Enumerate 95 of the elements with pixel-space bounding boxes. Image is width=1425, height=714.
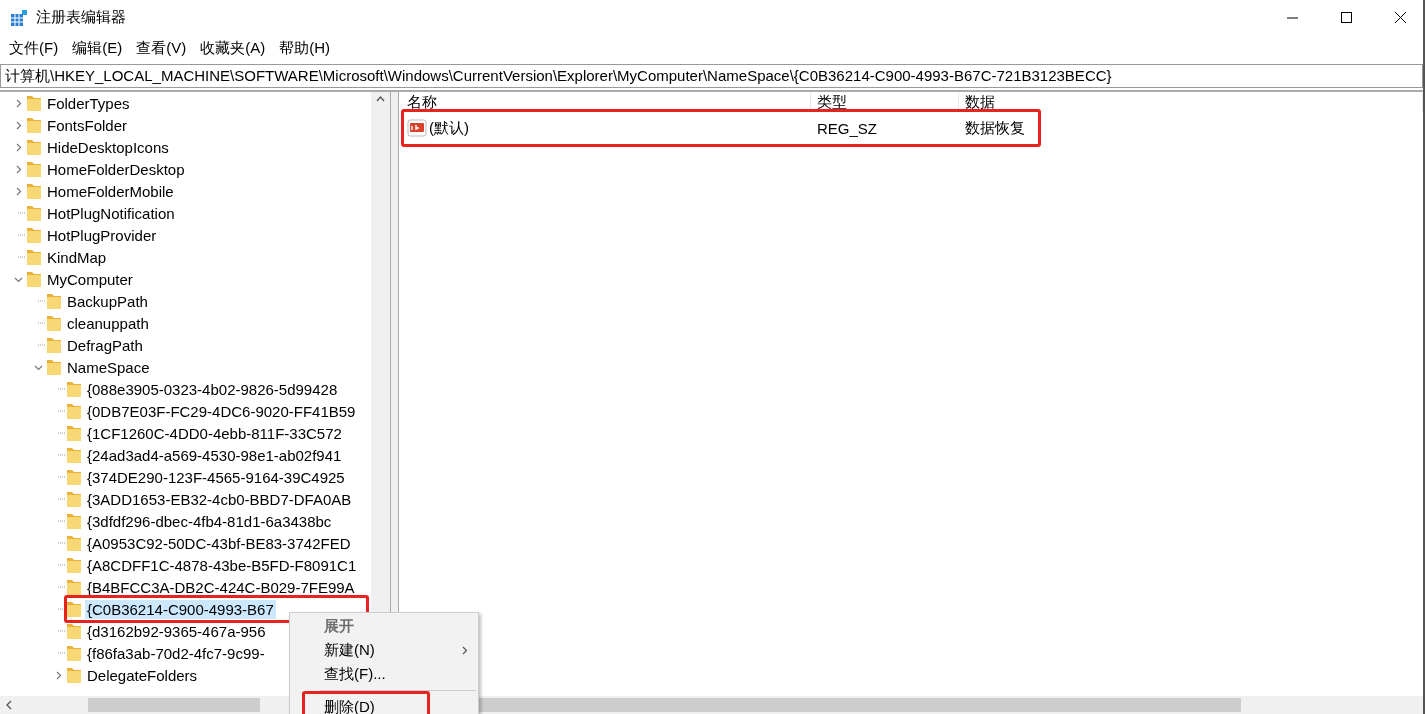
tree-item[interactable]: FolderTypes — [45, 93, 132, 113]
close-icon — [1394, 12, 1406, 23]
folder-icon — [66, 424, 82, 442]
tree-item[interactable]: {374DE290-123F-4565-9164-39C4925 — [85, 467, 347, 487]
menu-item[interactable]: 文件(F) — [2, 39, 66, 58]
folder-icon — [26, 138, 42, 156]
tree-item[interactable]: {0DB7E03F-FC29-4DC6-9020-FF41B59 — [85, 401, 358, 421]
tree-item[interactable]: {088e3905-0323-4b02-9826-5d99428 — [85, 379, 340, 399]
tree-line — [58, 564, 66, 566]
folder-icon — [66, 534, 82, 552]
tree-item[interactable]: HomeFolderDesktop — [45, 159, 187, 179]
folder-icon — [26, 270, 42, 288]
folder-icon — [46, 336, 62, 354]
tree-line — [58, 388, 66, 390]
tree-item[interactable]: HotPlugProvider — [45, 225, 159, 245]
tree-item[interactable]: {f86fa3ab-70d2-4fc7-9c99- — [85, 643, 267, 663]
tree-line — [58, 652, 66, 654]
tree-item[interactable]: {3ADD1653-EB32-4cb0-BBD7-DFA0AB — [85, 489, 354, 509]
folder-icon — [66, 644, 82, 662]
folder-icon — [66, 490, 82, 508]
tree-line — [18, 234, 26, 236]
value-name-cell: (默认) — [401, 118, 811, 138]
registry-app-icon — [10, 8, 28, 27]
folder-icon — [66, 446, 82, 464]
folder-icon — [26, 116, 42, 134]
tree-item[interactable]: {B4BFCC3A-DB2C-424C-B029-7FE99A — [85, 577, 357, 597]
tree-item[interactable]: {3dfdf296-dbec-4fb4-81d1-6a3438bc — [85, 511, 334, 531]
tree-item[interactable]: {C0B36214-C900-4993-B67 — [85, 599, 276, 619]
chevron-left-icon[interactable] — [6, 700, 12, 710]
folder-icon — [46, 292, 62, 310]
menu-item[interactable]: 查看(V) — [129, 39, 194, 58]
tree-item[interactable]: HomeFolderMobile — [45, 181, 176, 201]
menu-item[interactable]: 帮助(H) — [272, 39, 337, 58]
tree-line — [58, 542, 66, 544]
value-data-cell-text: 数据恢复 — [964, 118, 1026, 138]
tree-line — [58, 476, 66, 478]
tree-item[interactable]: HotPlugNotification — [45, 203, 177, 223]
folder-icon — [26, 226, 42, 244]
tree-item[interactable]: NameSpace — [65, 357, 152, 377]
context-menu-item[interactable]: 新建(N) — [290, 638, 478, 662]
tree-line — [58, 454, 66, 456]
tree-item[interactable]: KindMap — [45, 247, 109, 267]
folder-icon — [26, 204, 42, 222]
folder-icon — [66, 556, 82, 574]
folder-icon — [66, 622, 82, 640]
tree-line — [38, 300, 46, 302]
string-value-icon — [407, 119, 427, 137]
folder-icon — [66, 380, 82, 398]
column-header[interactable]: 类型 — [811, 93, 959, 112]
folder-icon — [26, 160, 42, 178]
tree-line — [38, 322, 46, 324]
tree-line — [38, 344, 46, 346]
tree-item[interactable]: FontsFolder — [45, 115, 130, 135]
tree-line — [58, 630, 66, 632]
tree-line — [58, 608, 66, 610]
tree-item[interactable]: {d3162b92-9365-467a-956 — [85, 621, 268, 641]
folder-icon — [26, 182, 42, 200]
tree-item[interactable]: {A0953C92-50DC-43bf-BE83-3742FED — [85, 533, 353, 553]
tree-line — [58, 410, 66, 412]
address-field[interactable]: 计算机\HKEY_LOCAL_MACHINE\SOFTWARE\Microsoft\Windows\CurrentVersion\Explorer\MyComputer\NameSpace\{C0B36214-C900-4993-B67C-721B3123BECC} — [0, 64, 1423, 88]
context-menu-item[interactable]: 删除(D) — [290, 695, 478, 714]
tree-item[interactable]: {1CF1260C-4DD0-4ebb-811F-33C572 — [85, 423, 344, 443]
tree-line — [58, 498, 66, 500]
folder-icon — [66, 666, 82, 684]
folder-icon — [26, 94, 42, 112]
folder-icon — [66, 402, 82, 420]
tree-line — [58, 520, 66, 522]
chevron-up-icon[interactable] — [376, 96, 385, 102]
menu-item[interactable]: 收藏夹(A) — [193, 39, 273, 58]
column-header[interactable]: 名称 — [401, 93, 811, 112]
tree-item[interactable]: HideDesktopIcons — [45, 137, 171, 157]
menu-item[interactable]: 编辑(E) — [65, 39, 130, 58]
tree-line — [58, 586, 66, 588]
tree-item[interactable]: cleanuppath — [65, 313, 151, 333]
value-type-cell-text: REG_SZ — [816, 119, 878, 137]
folder-icon — [66, 600, 82, 618]
context-menu-item[interactable]: 查找(F)... — [290, 662, 478, 686]
tree-item[interactable]: {24ad3ad4-a569-4530-98e1-ab02f941 — [85, 445, 344, 465]
column-header[interactable]: 数据 — [959, 93, 1423, 112]
tree-item[interactable]: DelegateFolders — [85, 665, 200, 685]
tree-item[interactable]: {A8CDFF1C-4878-43be-B5FD-F8091C1 — [85, 555, 359, 575]
folder-icon — [26, 248, 42, 266]
maximize-icon — [1340, 12, 1352, 23]
folder-icon — [46, 314, 62, 332]
folder-icon — [66, 468, 82, 486]
window-title: 注册表编辑器 — [36, 8, 127, 27]
tree-line — [18, 256, 26, 258]
folder-icon — [66, 578, 82, 596]
folder-icon — [46, 358, 62, 376]
tree-item[interactable]: BackupPath — [65, 291, 150, 311]
tree-item[interactable]: MyComputer — [45, 269, 135, 289]
folder-icon — [66, 512, 82, 530]
tree-item[interactable]: DefragPath — [65, 335, 145, 355]
tree-line — [58, 432, 66, 434]
tree-line — [18, 212, 26, 214]
